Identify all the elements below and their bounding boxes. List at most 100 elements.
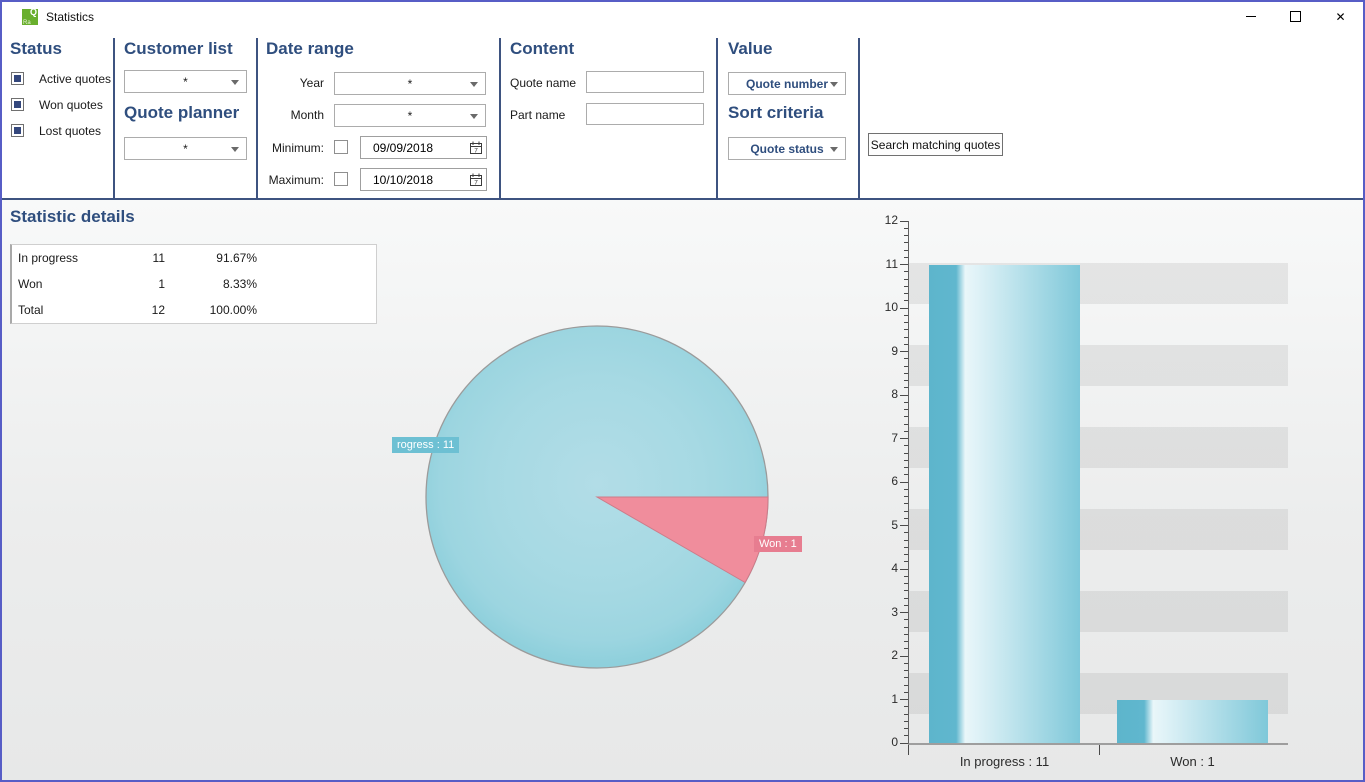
y-minor-tick <box>904 583 908 584</box>
section-divider <box>716 38 718 198</box>
y-minor-tick <box>904 605 908 606</box>
y-minor-tick <box>904 590 908 591</box>
year-label: Year <box>266 76 324 90</box>
minimum-checkbox[interactable] <box>334 140 348 154</box>
chevron-down-icon <box>470 114 478 119</box>
details-panel: Statistic details In progress 11 91.67% … <box>2 200 1363 782</box>
y-minor-tick <box>904 242 908 243</box>
maximum-checkbox[interactable] <box>334 172 348 186</box>
month-label: Month <box>266 108 324 122</box>
calendar-icon[interactable]: 7 <box>466 137 486 158</box>
bar <box>1117 700 1268 744</box>
y-tick-label: 7 <box>858 431 898 445</box>
y-minor-tick <box>904 634 908 635</box>
minimum-date-field[interactable]: 7 <box>360 136 487 159</box>
active-quotes-checkbox[interactable] <box>11 72 24 85</box>
month-value: * <box>408 109 413 123</box>
part-name-input[interactable] <box>586 103 704 125</box>
svg-text:7: 7 <box>474 147 478 154</box>
quote-planner-dropdown[interactable]: * <box>124 137 247 160</box>
window-title: Statistics <box>46 10 94 24</box>
customer-list-section-title: Customer list <box>124 39 233 59</box>
y-minor-tick <box>904 228 908 229</box>
search-matching-quotes-button[interactable]: Search matching quotes <box>868 133 1003 156</box>
y-major-tick <box>900 569 908 570</box>
calendar-icon[interactable]: 7 <box>466 169 486 190</box>
y-minor-tick <box>904 518 908 519</box>
value-selected: Quote number <box>746 77 828 91</box>
y-minor-tick <box>904 424 908 425</box>
maximize-button[interactable] <box>1273 2 1318 31</box>
lost-quotes-checkbox[interactable] <box>11 124 24 137</box>
y-tick-label: 3 <box>858 605 898 619</box>
app-icon <box>22 9 38 25</box>
y-minor-tick <box>904 453 908 454</box>
y-minor-tick <box>904 366 908 367</box>
quote-name-input[interactable] <box>586 71 704 93</box>
y-minor-tick <box>904 489 908 490</box>
y-minor-tick <box>904 380 908 381</box>
y-tick-label: 9 <box>858 344 898 358</box>
chevron-down-icon <box>231 80 239 85</box>
y-minor-tick <box>904 300 908 301</box>
minimum-date-input[interactable] <box>361 141 466 155</box>
y-major-tick <box>900 699 908 700</box>
y-minor-tick <box>904 532 908 533</box>
quote-planner-value: * <box>183 142 188 156</box>
won-quotes-checkbox[interactable] <box>11 98 24 111</box>
y-minor-tick <box>904 561 908 562</box>
section-divider <box>499 38 501 198</box>
y-minor-tick <box>904 503 908 504</box>
y-minor-tick <box>904 250 908 251</box>
minimum-label: Minimum: <box>266 141 324 155</box>
chevron-down-icon <box>830 82 838 87</box>
close-button[interactable] <box>1318 2 1363 31</box>
filter-panel: Status Active quotes Won quotes Lost quo… <box>2 32 1363 198</box>
year-value: * <box>408 77 413 91</box>
svg-text:7: 7 <box>474 179 478 186</box>
bar <box>929 265 1080 744</box>
customer-list-dropdown[interactable]: * <box>124 70 247 93</box>
y-minor-tick <box>904 416 908 417</box>
y-minor-tick <box>904 474 908 475</box>
y-tick-label: 6 <box>858 474 898 488</box>
minimize-button[interactable] <box>1228 2 1273 31</box>
y-minor-tick <box>904 279 908 280</box>
maximum-label: Maximum: <box>266 173 324 187</box>
y-minor-tick <box>904 344 908 345</box>
y-tick-label: 10 <box>858 300 898 314</box>
y-major-tick <box>900 656 908 657</box>
section-divider <box>256 38 258 198</box>
chevron-down-icon <box>470 82 478 87</box>
section-divider <box>858 38 860 198</box>
year-dropdown[interactable]: * <box>334 72 486 95</box>
sort-criteria-selected: Quote status <box>750 142 823 156</box>
y-minor-tick <box>904 641 908 642</box>
y-minor-tick <box>904 467 908 468</box>
y-major-tick <box>900 351 908 352</box>
y-minor-tick <box>904 735 908 736</box>
section-divider <box>113 38 115 198</box>
y-tick-label: 4 <box>858 561 898 575</box>
y-minor-tick <box>904 271 908 272</box>
y-major-tick <box>900 264 908 265</box>
part-name-label: Part name <box>510 108 565 122</box>
status-section-title: Status <box>10 39 62 59</box>
y-minor-tick <box>904 329 908 330</box>
sort-criteria-dropdown[interactable]: Quote status <box>728 137 846 160</box>
x-category-label: Won : 1 <box>1097 754 1288 769</box>
y-minor-tick <box>904 431 908 432</box>
app-window: Statistics Status Active quotes Won quot… <box>0 0 1365 782</box>
y-tick-label: 11 <box>858 257 898 271</box>
maximum-date-input[interactable] <box>361 173 466 187</box>
value-dropdown[interactable]: Quote number <box>728 72 846 95</box>
y-minor-tick <box>904 445 908 446</box>
month-dropdown[interactable]: * <box>334 104 486 127</box>
y-minor-tick <box>904 511 908 512</box>
y-minor-tick <box>904 685 908 686</box>
y-minor-tick <box>904 315 908 316</box>
y-minor-tick <box>904 663 908 664</box>
title-bar: Statistics <box>2 2 1363 32</box>
y-major-tick <box>900 525 908 526</box>
maximum-date-field[interactable]: 7 <box>360 168 487 191</box>
